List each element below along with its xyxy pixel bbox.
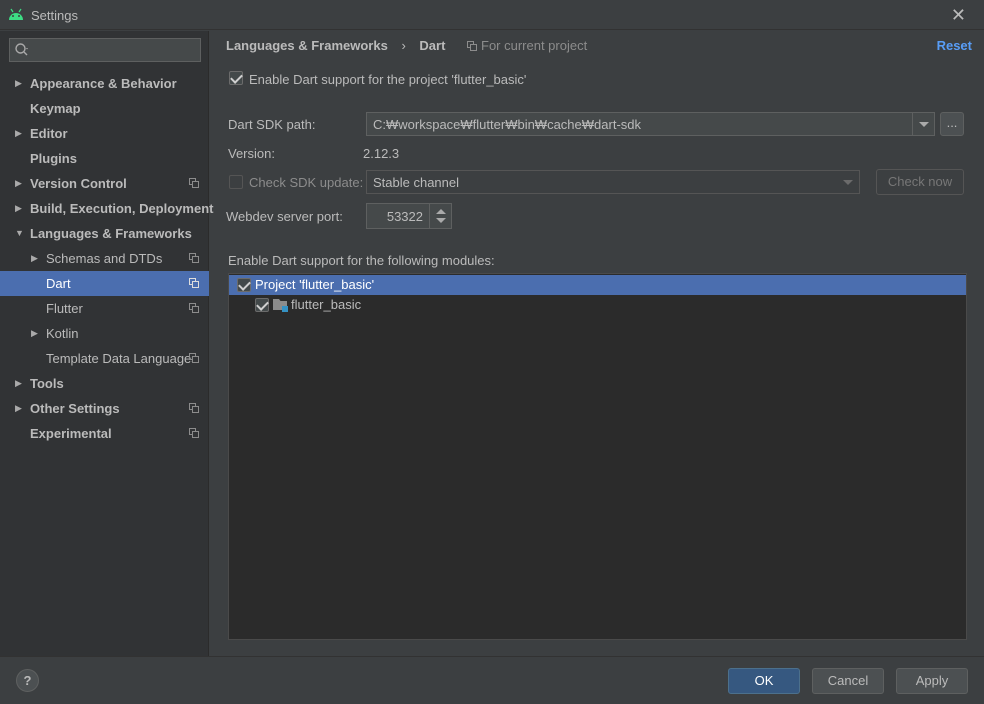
title-bar: Settings ✕ (0, 0, 984, 30)
expand-arrow-icon[interactable]: ▶ (15, 196, 25, 221)
module-checkbox[interactable] (255, 298, 269, 312)
sidebar-item-label: Dart (46, 276, 71, 291)
sidebar-item-plugins[interactable]: Plugins (0, 146, 209, 171)
project-scope-icon (189, 428, 199, 438)
version-label: Version: (228, 146, 275, 161)
search-box[interactable] (9, 38, 201, 62)
project-scope-icon (189, 353, 199, 363)
project-scope-icon (189, 303, 199, 313)
module-label: flutter_basic (291, 297, 362, 312)
sidebar-item-label: Tools (30, 376, 64, 391)
sdk-path-label: Dart SDK path: (228, 117, 316, 132)
scope-note: For current project (467, 38, 587, 53)
expand-arrow-icon[interactable]: ▶ (15, 71, 25, 96)
sidebar-item-tools[interactable]: ▶ Tools (0, 371, 209, 396)
chevron-down-icon[interactable] (837, 171, 859, 193)
sidebar-item-label: Plugins (30, 151, 77, 166)
dialog-footer: ? OK Cancel Apply (0, 656, 984, 704)
sidebar-item-schemas[interactable]: ▶ Schemas and DTDs (0, 246, 209, 271)
module-row-flutter-basic[interactable]: flutter_basic (229, 295, 966, 315)
webdev-port-value: 53322 (386, 209, 423, 224)
expand-arrow-icon[interactable]: ▶ (15, 121, 25, 146)
sidebar-item-dart[interactable]: Dart (0, 271, 209, 296)
sidebar-item-label: Schemas and DTDs (46, 251, 163, 266)
search-input[interactable] (34, 41, 194, 59)
module-row-project[interactable]: Project 'flutter_basic' (229, 275, 966, 295)
sidebar-item-label: Flutter (46, 301, 83, 316)
sidebar-item-keymap[interactable]: Keymap (0, 96, 209, 121)
sidebar-item-label: Languages & Frameworks (30, 226, 192, 241)
close-icon[interactable]: ✕ (951, 5, 966, 26)
webdev-port-label: Webdev server port: (226, 209, 343, 224)
modules-tree: Project 'flutter_basic' flutter_basic (228, 273, 967, 640)
sidebar-item-flutter[interactable]: Flutter (0, 296, 209, 321)
breadcrumb-languages: Languages & Frameworks (226, 38, 388, 53)
spinner-up-icon[interactable] (436, 209, 446, 214)
sidebar-item-appearance[interactable]: ▶ Appearance & Behavior (0, 71, 209, 96)
spinner-down-icon[interactable] (436, 218, 446, 223)
check-sdk-update-label: Check SDK update: (249, 175, 364, 190)
reset-link[interactable]: Reset (937, 38, 972, 53)
sidebar-item-label: Keymap (30, 101, 81, 116)
sidebar-item-build[interactable]: ▶ Build, Execution, Deployment (0, 196, 213, 221)
sidebar-item-template-data[interactable]: Template Data Languages (0, 346, 209, 371)
check-now-button[interactable]: Check now (876, 169, 964, 195)
sidebar-item-version-control[interactable]: ▶ Version Control (0, 171, 209, 196)
sidebar-item-label: Template Data Languages (46, 351, 198, 366)
search-icon (15, 43, 28, 56)
sidebar-item-editor[interactable]: ▶ Editor (0, 121, 209, 146)
sidebar-item-languages[interactable]: ▼ Languages & Frameworks (0, 221, 209, 246)
update-channel-select[interactable]: Stable channel (366, 170, 860, 194)
expand-arrow-icon[interactable]: ▶ (31, 321, 41, 346)
project-checkbox[interactable] (237, 278, 251, 292)
breadcrumb: Languages & Frameworks › Dart (226, 38, 455, 54)
help-button[interactable]: ? (16, 669, 39, 692)
enable-dart-label: Enable Dart support for the project 'flu… (249, 72, 527, 87)
project-scope-icon (189, 253, 199, 263)
scope-label: For current project (481, 38, 588, 53)
project-scope-icon (189, 278, 199, 288)
breadcrumb-dart: Dart (419, 38, 446, 53)
sidebar-item-label: Build, Execution, Deployment (30, 201, 214, 216)
webdev-port-spinner[interactable]: 53322 (366, 203, 452, 229)
sidebar-item-label: Appearance & Behavior (30, 76, 177, 91)
project-scope-icon (467, 41, 477, 51)
project-scope-icon (189, 403, 199, 413)
project-scope-icon (189, 178, 199, 188)
breadcrumb-separator: › (401, 38, 406, 53)
dart-settings-panel: Languages & Frameworks › Dart For curren… (210, 31, 984, 656)
collapse-arrow-icon[interactable]: ▼ (15, 221, 25, 246)
sidebar-item-experimental[interactable]: Experimental (0, 421, 209, 446)
expand-arrow-icon[interactable]: ▶ (15, 171, 25, 196)
sidebar-item-other-settings[interactable]: ▶ Other Settings (0, 396, 209, 421)
expand-arrow-icon[interactable]: ▶ (31, 246, 41, 271)
project-label: Project 'flutter_basic' (255, 277, 375, 292)
sidebar-item-label: Kotlin (46, 326, 79, 341)
chevron-down-icon[interactable] (912, 113, 934, 135)
ok-button[interactable]: OK (728, 668, 800, 694)
sdk-path-value: C:₩workspace₩flutter₩bin₩cache₩dart-sdk (373, 117, 641, 132)
version-value: 2.12.3 (363, 146, 400, 161)
sidebar-item-label: Version Control (30, 176, 127, 191)
expand-arrow-icon[interactable]: ▶ (15, 396, 25, 421)
apply-button[interactable]: Apply (896, 668, 968, 694)
enable-dart-checkbox[interactable] (229, 71, 243, 85)
sidebar-item-kotlin[interactable]: ▶ Kotlin (0, 321, 209, 346)
sidebar-item-label: Other Settings (30, 401, 120, 416)
update-channel-value: Stable channel (373, 175, 460, 190)
expand-arrow-icon[interactable]: ▶ (15, 371, 25, 396)
cancel-button[interactable]: Cancel (812, 668, 884, 694)
settings-sidebar: ▶ Appearance & Behavior Keymap ▶ Editor … (0, 31, 213, 656)
spinner-control[interactable] (429, 204, 451, 228)
sidebar-item-label: Experimental (30, 426, 112, 441)
modules-label: Enable Dart support for the following mo… (228, 253, 495, 268)
module-folder-icon (273, 299, 288, 312)
android-icon (9, 8, 23, 20)
browse-sdk-button[interactable]: ... (940, 112, 964, 136)
sidebar-item-label: Editor (30, 126, 68, 141)
sdk-path-combo[interactable]: C:₩workspace₩flutter₩bin₩cache₩dart-sdk (366, 112, 935, 136)
window-title: Settings (31, 8, 78, 23)
check-sdk-update-checkbox[interactable] (229, 175, 243, 189)
